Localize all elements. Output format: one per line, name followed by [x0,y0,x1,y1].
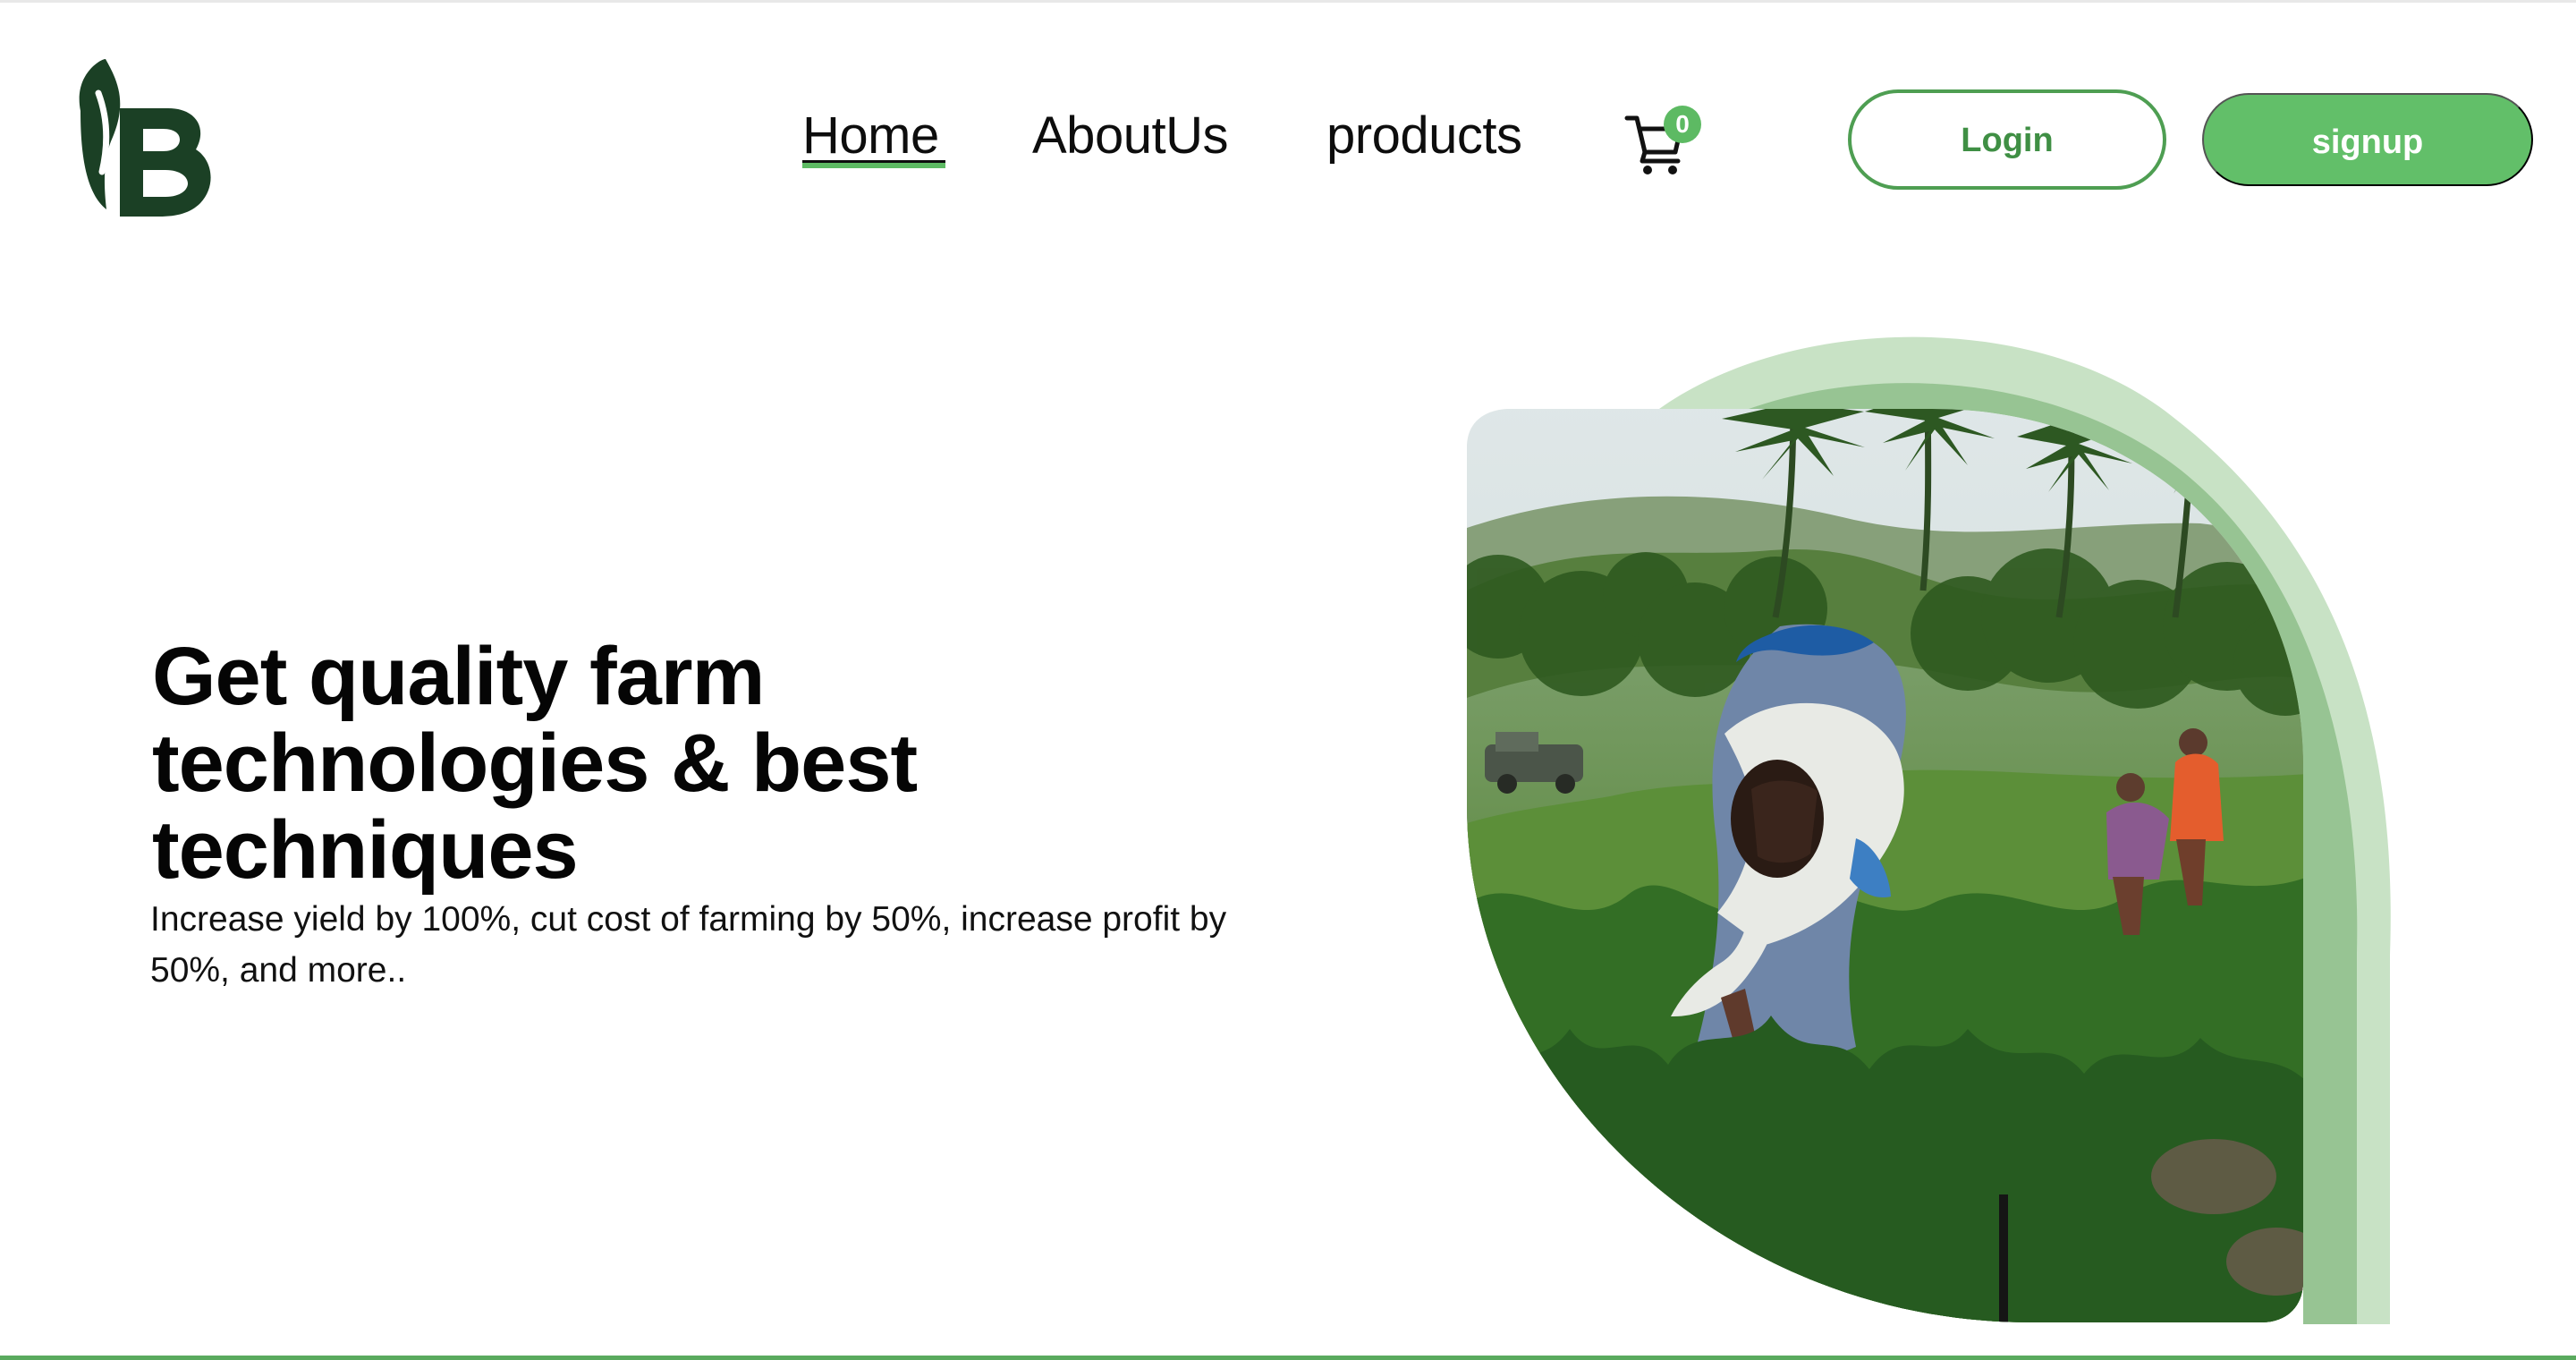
top-border [0,0,2576,9]
nav-active-indicator [802,163,945,168]
nav-products[interactable]: products [1326,106,1522,166]
hero-farm-image [1467,336,2391,1325]
cart-button[interactable]: 0 [1623,106,1704,177]
nav-aboutus[interactable]: AboutUs [1032,106,1228,166]
signup-button[interactable]: signup [2202,93,2533,186]
login-button[interactable]: Login [1848,89,2166,190]
hero-subtitle: Increase yield by 100%, cut cost of farm… [150,900,1227,990]
bottom-border [0,1356,2576,1360]
farm-photo [1467,409,2304,1322]
nav-home[interactable]: Home [802,106,939,166]
leaf-b-logo[interactable] [64,59,216,220]
hero-title: Get quality farm technologies & best tec… [152,631,918,896]
cart-count-badge: 0 [1664,106,1701,143]
